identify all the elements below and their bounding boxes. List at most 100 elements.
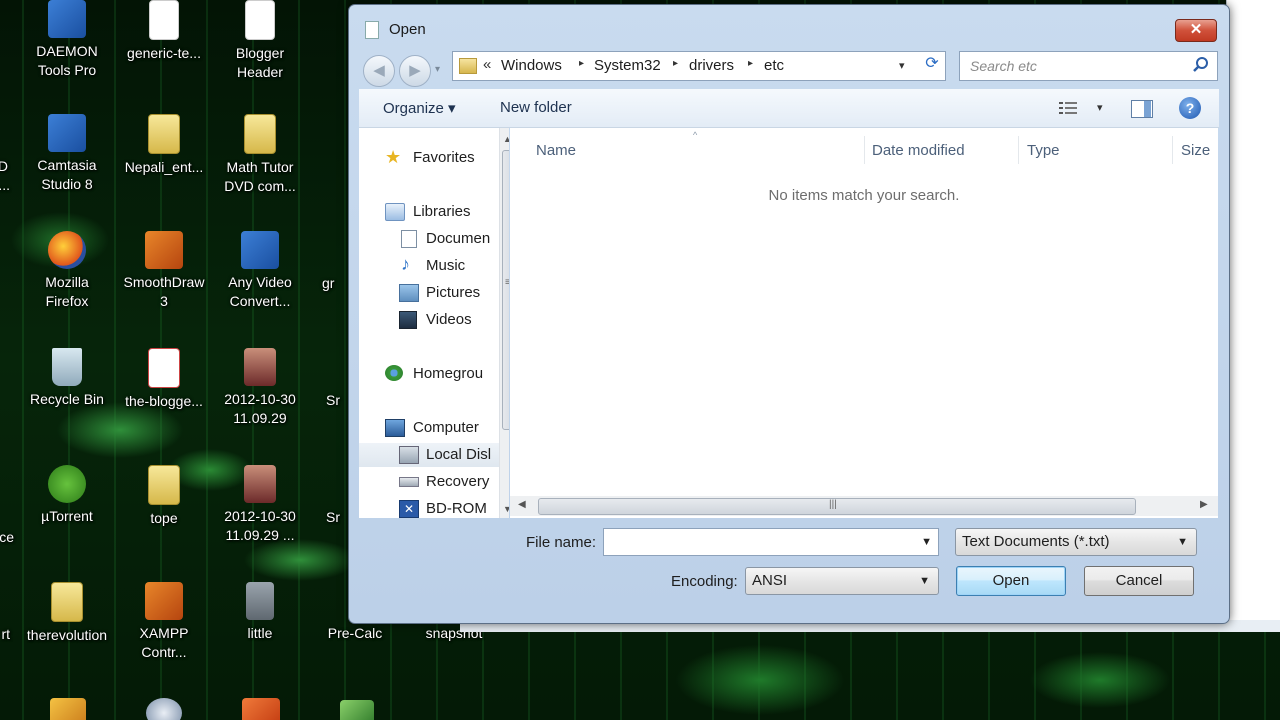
close-button[interactable]: ✕	[1175, 19, 1217, 42]
desktop-icon-label: Convert...	[229, 293, 291, 309]
column-separator[interactable]	[864, 136, 865, 164]
organize-button[interactable]: Organize ▾	[383, 99, 456, 117]
star-icon: ★	[385, 147, 402, 167]
open-button[interactable]: Open	[956, 566, 1066, 596]
breadcrumb-system32[interactable]: System32	[594, 57, 661, 74]
breadcrumb-separator[interactable]: ▸	[748, 58, 753, 69]
desktop-icon-utorrent[interactable]: µTorrent	[19, 465, 115, 526]
breadcrumb-windows[interactable]: Windows	[501, 57, 562, 74]
desktop-edge-label: D	[0, 158, 8, 174]
encoding-select[interactable]: ANSI ▼	[745, 567, 939, 595]
address-dropdown[interactable]: ▾	[899, 59, 905, 72]
encoding-value: ANSI	[752, 572, 788, 589]
partial-icon[interactable]	[340, 700, 374, 720]
desktop-icon-label: DAEMON	[36, 43, 98, 59]
nav-local-disk[interactable]: Local Disl	[359, 443, 499, 467]
libraries-icon	[385, 203, 405, 221]
address-overflow[interactable]: «	[483, 56, 491, 73]
column-separator[interactable]	[1018, 136, 1019, 164]
desktop-icon-nepali-ent[interactable]: Nepali_ent...	[116, 114, 212, 177]
column-header-type[interactable]: Type	[1027, 142, 1060, 159]
desktop-icon-the-blogger[interactable]: the-blogge...	[116, 348, 212, 411]
new-folder-button[interactable]: New folder	[500, 99, 572, 116]
desktop-icon-little[interactable]: little	[212, 582, 308, 643]
file-type-select[interactable]: Text Documents (*.txt) ▼	[955, 528, 1197, 556]
nav-favorites[interactable]: ★ Favorites	[359, 146, 499, 170]
desktop-icon-tope[interactable]: tope	[116, 465, 212, 528]
desktop-icon-label: Studio 8	[41, 176, 93, 192]
nav-documents[interactable]: Documen	[359, 227, 499, 251]
desktop-icon-camtasia[interactable]: Camtasia Studio 8	[19, 114, 115, 194]
nav-videos[interactable]: Videos	[359, 308, 499, 332]
forward-button[interactable]: ▶	[399, 55, 431, 87]
xampp-icon	[145, 582, 183, 620]
recent-locations-dropdown[interactable]: ▾	[435, 64, 440, 75]
navigation-row: ◀ ▶ ▾ « Windows ▸ System32 ▸ drivers ▸ e…	[349, 49, 1229, 87]
desktop-icon-firefox[interactable]: Mozilla Firefox	[19, 231, 115, 311]
nav-recovery[interactable]: Recovery	[359, 470, 499, 494]
nav-bd-rom[interactable]: ✕ BD-ROM	[359, 497, 499, 518]
column-header-name[interactable]: Name	[536, 142, 576, 159]
scroll-left-arrow[interactable]: ◀	[518, 499, 526, 510]
desktop-icon-math-tutor[interactable]: Math Tutor DVD com...	[212, 114, 308, 196]
nav-libraries[interactable]: Libraries	[359, 200, 499, 224]
partial-icon[interactable]	[146, 698, 182, 720]
breadcrumb-separator[interactable]: ▸	[673, 58, 678, 69]
image-file-icon	[244, 348, 276, 386]
partial-icon[interactable]	[242, 698, 280, 720]
column-header-date-modified[interactable]: Date modified	[872, 142, 965, 159]
scroll-down-arrow[interactable]: ▼	[503, 504, 509, 514]
search-input[interactable]: Search etc	[959, 51, 1218, 81]
preview-pane-icon[interactable]	[1131, 100, 1153, 118]
nav-pictures[interactable]: Pictures	[359, 281, 499, 305]
desktop-icon-label: the-blogge...	[125, 393, 203, 409]
file-name-field[interactable]: ▼	[603, 528, 939, 556]
desktop-icon-recycle-bin[interactable]: Recycle Bin	[19, 348, 115, 409]
title-bar[interactable]: Open ✕	[349, 5, 1229, 49]
scroll-up-arrow[interactable]: ▲	[503, 134, 509, 144]
change-view-icon[interactable]	[1059, 101, 1077, 115]
nav-homegroup[interactable]: Homegrou	[359, 362, 499, 386]
desktop-icon-any-video-converter[interactable]: Any Video Convert...	[212, 231, 308, 311]
desktop-icon-smoothdraw[interactable]: SmoothDraw 3	[116, 231, 212, 311]
desktop-edge-label: rt	[1, 626, 10, 642]
desktop-edge-label: ...	[0, 177, 10, 193]
scrollbar-thumb[interactable]: |||	[538, 498, 1136, 515]
help-button[interactable]: ?	[1179, 97, 1201, 119]
desktop-icon-label: Firefox	[45, 293, 89, 309]
scrollbar-thumb[interactable]: ≡	[502, 150, 509, 430]
breadcrumb-etc[interactable]: etc	[764, 57, 784, 74]
back-button[interactable]: ◀	[363, 55, 395, 87]
search-icon[interactable]	[1192, 56, 1210, 74]
nav-music[interactable]: ♪ Music	[359, 254, 499, 278]
file-type-value: Text Documents (*.txt)	[962, 533, 1110, 550]
address-bar[interactable]: « Windows ▸ System32 ▸ drivers ▸ etc ▾	[452, 51, 946, 81]
column-separator[interactable]	[1172, 136, 1173, 164]
scroll-right-arrow[interactable]: ▶	[1200, 499, 1208, 510]
nav-libraries-label: Libraries	[413, 203, 471, 220]
nav-music-label: Music	[426, 257, 466, 274]
desktop-icon-label: SmoothDraw	[123, 274, 205, 290]
desktop-icon-daemon-tools[interactable]: DAEMON Tools Pro	[19, 0, 115, 80]
file-list-pane[interactable]: ^ Name Date modified Type Size No items …	[510, 128, 1218, 518]
partial-icon[interactable]	[50, 698, 86, 720]
desktop-icon-label: Blogger	[235, 45, 285, 61]
desktop-icon-blogger-header[interactable]: Blogger Header	[212, 0, 308, 82]
refresh-button[interactable]: ⟳	[919, 52, 945, 76]
views-dropdown[interactable]: ▾	[1097, 101, 1103, 114]
dialog-footer: File name: ▼ Text Documents (*.txt) ▼ En…	[349, 520, 1229, 620]
column-header-size[interactable]: Size	[1181, 142, 1210, 159]
desktop-edge-label: ce	[0, 529, 14, 545]
chevron-down-icon[interactable]: ▼	[921, 536, 932, 548]
desktop-icon-photo-1[interactable]: 2012-10-30 11.09.29	[212, 348, 308, 428]
nav-computer[interactable]: Computer	[359, 416, 499, 440]
breadcrumb-separator[interactable]: ▸	[579, 58, 584, 69]
desktop-icon-generic-text[interactable]: generic-te...	[116, 0, 212, 63]
desktop-icon-xampp[interactable]: XAMPP Contr...	[116, 582, 212, 662]
desktop-icon-therevolution[interactable]: therevolution	[19, 582, 115, 645]
cancel-button[interactable]: Cancel	[1084, 566, 1194, 596]
desktop-icon-photo-2[interactable]: 2012-10-30 11.09.29 ...	[212, 465, 308, 545]
file-list-horizontal-scrollbar[interactable]: ◀ ||| ▶	[510, 496, 1218, 516]
breadcrumb-drivers[interactable]: drivers	[689, 57, 734, 74]
navigation-pane-scrollbar[interactable]: ▲ ≡ ▼	[499, 128, 509, 518]
